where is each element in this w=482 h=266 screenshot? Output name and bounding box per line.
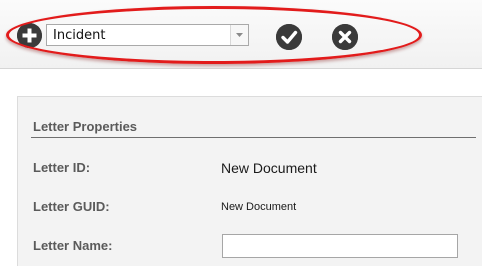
content-area: Letter Properties Letter ID: New Documen… [0, 69, 482, 266]
letter-guid-label: Letter GUID: [33, 199, 110, 214]
toolbar: Incident [0, 0, 482, 69]
letter-type-select[interactable]: Incident [46, 24, 249, 46]
cancel-button[interactable] [332, 24, 358, 50]
dropdown-arrow-button[interactable] [230, 25, 248, 45]
chevron-down-icon [236, 33, 243, 37]
section-divider [31, 137, 476, 138]
letter-name-label: Letter Name: [33, 238, 113, 253]
letter-guid-value: New Document [221, 201, 297, 213]
add-button[interactable] [17, 23, 42, 48]
x-circle-icon [332, 24, 358, 50]
letter-editor-window: Incident Letter Properties Letter ID: Ne… [0, 0, 482, 266]
letter-id-value: New Document [221, 160, 317, 176]
letter-type-select-value: Incident [53, 28, 106, 43]
letter-name-input[interactable] [222, 234, 458, 258]
confirm-button[interactable] [276, 24, 302, 50]
letter-properties-panel: Letter Properties Letter ID: New Documen… [17, 96, 482, 266]
section-title: Letter Properties [33, 119, 138, 134]
letter-id-label: Letter ID: [33, 160, 91, 175]
check-circle-icon [276, 24, 302, 50]
plus-circle-icon [17, 23, 42, 48]
